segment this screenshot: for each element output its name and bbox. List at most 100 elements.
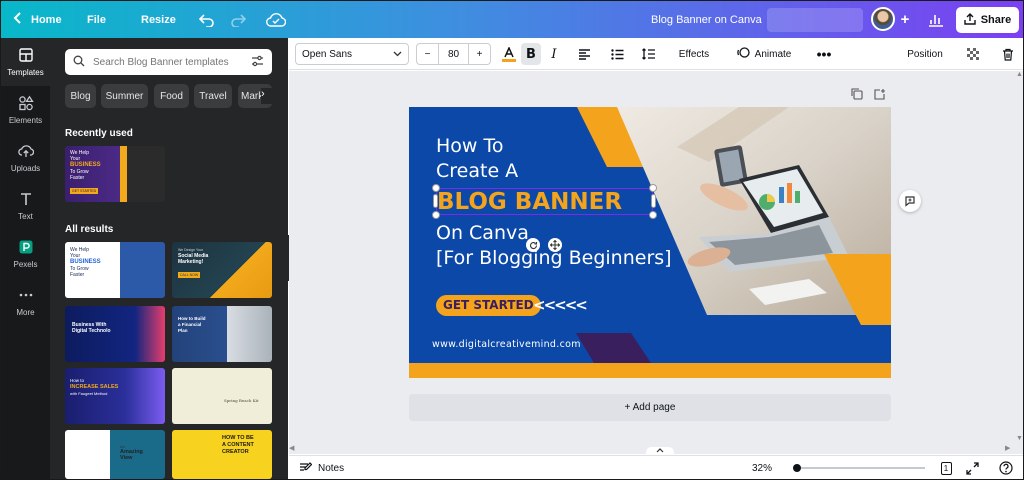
text-color-button[interactable] <box>498 43 520 65</box>
list-icon[interactable] <box>607 43 627 65</box>
text-color-icon <box>502 46 516 62</box>
zoom-slider-track[interactable] <box>797 467 925 469</box>
templates-icon <box>18 47 34 65</box>
document-title[interactable]: Blog Banner on Canva <box>651 1 762 38</box>
redo-icon[interactable] <box>227 1 249 38</box>
font-family-dropdown[interactable]: Open Sans <box>295 43 409 65</box>
home-button[interactable]: Home <box>13 1 62 38</box>
resize-handle[interactable] <box>649 211 657 219</box>
delete-icon[interactable] <box>999 43 1017 65</box>
zoom-slider-thumb[interactable] <box>793 464 801 472</box>
headline-line-1[interactable]: How To <box>436 135 504 157</box>
page-count-button[interactable]: 1 <box>939 456 953 480</box>
thumb-text: INCREASE SALES <box>70 384 119 390</box>
font-name: Open Sans <box>302 48 353 60</box>
rail-item-pexels[interactable]: Pexels <box>1 230 50 278</box>
thumb-text: with Faugeet Method <box>70 391 108 396</box>
add-collaborator-icon[interactable]: + <box>897 1 913 38</box>
template-thumbnail[interactable]: We Help Your BUSINESS To Grow Faster <box>65 242 165 298</box>
resize-handle[interactable] <box>433 194 438 208</box>
increase-size-button[interactable]: + <box>468 44 490 64</box>
rail-label: Pexels <box>13 260 38 269</box>
thumb-text: Plan <box>178 328 188 333</box>
fullscreen-icon[interactable] <box>966 456 979 480</box>
template-thumbnail[interactable]: Business With Digital Technolo <box>65 306 165 362</box>
comment-icon[interactable] <box>899 190 921 212</box>
animate-label: Animate <box>754 48 792 60</box>
template-thumbnail[interactable]: HOW TO BE A CONTENT CREATOR <box>172 430 272 479</box>
rail-item-more[interactable]: More <box>1 278 50 326</box>
help-icon[interactable] <box>999 456 1013 480</box>
chip-blog[interactable]: Blog <box>65 84 96 108</box>
more-icon <box>18 287 34 305</box>
share-label: Share <box>980 14 1012 26</box>
font-size-value[interactable]: 80 <box>439 44 468 64</box>
rail-item-uploads[interactable]: Uploads <box>1 134 50 182</box>
recent-template-thumbnail[interactable]: We Help Your BUSINESS To Grow Faster GET… <box>65 146 165 202</box>
chip-travel[interactable]: Travel <box>194 84 232 108</box>
chip-food[interactable]: Food <box>154 84 189 108</box>
blog-banner-design[interactable]: How To Create A BLOG BANNER On Canva [Fo… <box>409 107 891 378</box>
filter-icon[interactable] <box>251 55 264 70</box>
decrease-size-button[interactable]: − <box>417 44 439 64</box>
website-url[interactable]: www.digitalcreativemind.com <box>432 339 581 351</box>
thumb-text: BUSINESS <box>70 259 101 265</box>
thumb-text: View <box>120 455 133 461</box>
spacing-icon[interactable] <box>639 43 659 65</box>
headline-line-2[interactable]: Create A <box>436 160 518 182</box>
add-page-icon[interactable] <box>874 88 888 102</box>
italic-icon[interactable]: I <box>544 43 564 65</box>
rail-label: Text <box>18 212 33 221</box>
vertical-scrollbar[interactable]: ▲ ▼ <box>1014 71 1023 454</box>
undo-icon[interactable] <box>196 1 218 38</box>
all-results-heading: All results <box>65 224 114 235</box>
title-edit-field[interactable] <box>767 8 863 32</box>
thumb-text: CREATOR <box>222 449 249 455</box>
align-left-icon[interactable] <box>574 43 594 65</box>
rail-label: More <box>16 308 35 317</box>
show-pages-handle[interactable] <box>646 447 674 455</box>
template-thumbnail[interactable]: An Amazing View <box>65 430 165 479</box>
resize-handle[interactable] <box>651 194 656 208</box>
zoom-percentage[interactable]: 32% <box>752 456 772 480</box>
add-page-button[interactable]: + Add page <box>409 394 891 421</box>
chip-summer[interactable]: Summer <box>101 84 148 108</box>
resize-handle[interactable] <box>432 184 440 192</box>
template-thumbnail[interactable]: We Design Your Social Media Marketing! C… <box>172 242 272 298</box>
rail-label: Templates <box>7 68 44 77</box>
thumb-text: Marketing! <box>178 259 204 265</box>
template-thumbnail[interactable]: Spring Reach Kit <box>172 368 272 424</box>
effects-button[interactable]: Effects <box>673 43 715 65</box>
share-button[interactable]: Share <box>956 7 1019 33</box>
headline-line-4[interactable]: [For Blogging Beginners] <box>436 247 672 269</box>
notes-button[interactable]: Notes <box>299 456 344 480</box>
position-button[interactable]: Position <box>901 43 949 65</box>
uploads-icon <box>17 143 34 161</box>
template-thumbnail[interactable]: How to INCREASE SALES with Faugeet Metho… <box>65 368 165 424</box>
headline-line-3[interactable]: On Canva <box>436 222 529 244</box>
pexels-icon <box>18 239 34 257</box>
resize-button[interactable]: Resize <box>141 1 176 38</box>
transparency-icon[interactable] <box>965 43 981 65</box>
rail-item-templates[interactable]: Templates <box>1 38 50 86</box>
duplicate-page-icon[interactable] <box>851 88 865 102</box>
resize-handle[interactable] <box>649 184 657 192</box>
animate-button[interactable]: Animate <box>733 43 795 65</box>
avatar[interactable] <box>871 7 895 31</box>
cloud-saved-icon[interactable] <box>264 1 288 38</box>
insights-icon[interactable] <box>923 1 949 38</box>
resize-handle[interactable] <box>432 211 440 219</box>
rail-item-elements[interactable]: Elements <box>1 86 50 134</box>
bold-icon[interactable]: B <box>521 43 541 65</box>
chevron-right-icon[interactable]: › <box>261 88 275 104</box>
get-started-button[interactable]: GET STARTED <box>436 295 541 316</box>
template-thumbnail[interactable]: How to Build a Financial Plan <box>172 306 272 362</box>
more-options-icon[interactable]: ••• <box>813 43 835 65</box>
file-menu[interactable]: File <box>87 1 106 38</box>
thumb-cta: GET STARTED <box>70 188 99 194</box>
font-size-stepper: − 80 + <box>416 43 491 65</box>
search-box[interactable] <box>65 49 272 75</box>
search-input[interactable] <box>93 56 243 68</box>
recently-used-heading: Recently used <box>65 128 133 139</box>
rail-item-text[interactable]: Text <box>1 182 50 230</box>
